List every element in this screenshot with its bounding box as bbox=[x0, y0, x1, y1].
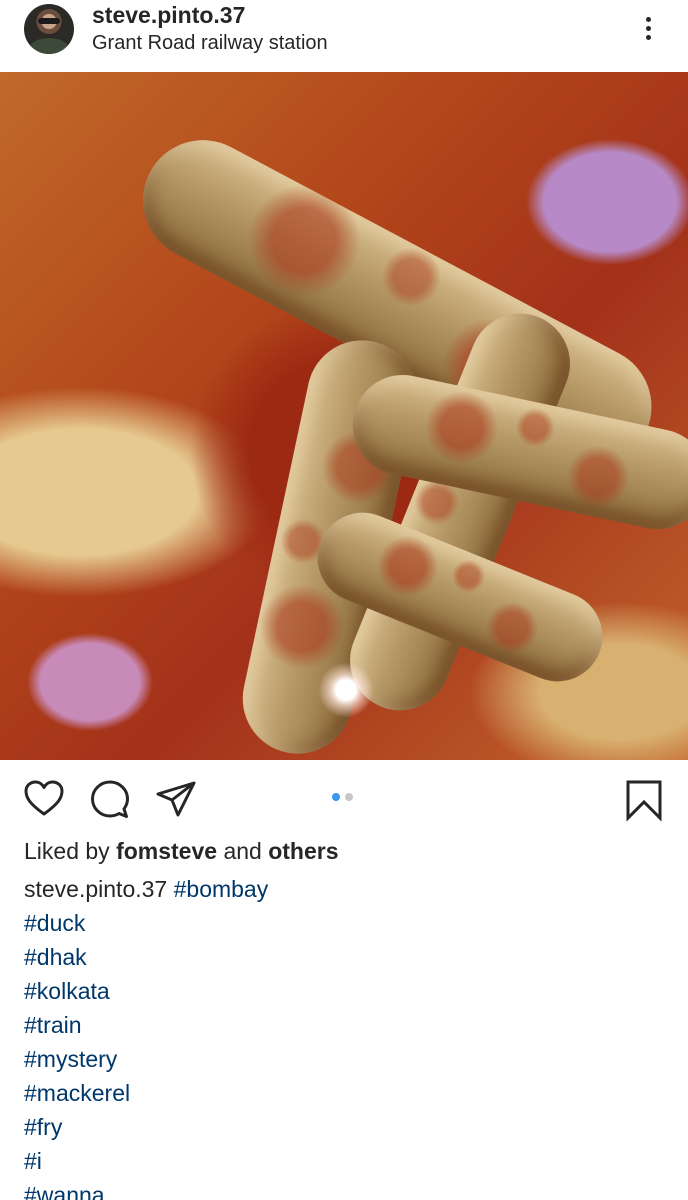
action-bar bbox=[0, 760, 688, 840]
avatar-shirt bbox=[30, 38, 68, 54]
hashtag[interactable]: #bombay bbox=[174, 876, 269, 902]
likes-line[interactable]: Liked by fomsteve and others bbox=[24, 838, 339, 865]
likes-others[interactable]: others bbox=[268, 838, 338, 864]
avatar-glasses bbox=[38, 18, 60, 24]
likes-middle: and bbox=[223, 838, 262, 864]
comment-icon[interactable] bbox=[88, 778, 132, 822]
caption: steve.pinto.37 #bombay #duck #dhak #kolk… bbox=[24, 872, 664, 1200]
likes-user[interactable]: fomsteve bbox=[116, 838, 217, 864]
hashtag[interactable]: #train bbox=[24, 1008, 664, 1042]
hashtag[interactable]: #wanna bbox=[24, 1178, 664, 1200]
hashtag[interactable]: #mystery bbox=[24, 1042, 664, 1076]
hashtag[interactable]: #fry bbox=[24, 1110, 664, 1144]
post-screen: steve.pinto.37 Grant Road railway statio… bbox=[0, 0, 688, 1200]
hashtag[interactable]: #i bbox=[24, 1144, 664, 1178]
likes-prefix: Liked by bbox=[24, 838, 110, 864]
hashtag[interactable]: #dhak bbox=[24, 940, 664, 974]
hashtag[interactable]: #mackerel bbox=[24, 1076, 664, 1110]
hashtag[interactable]: #duck bbox=[24, 906, 664, 940]
bookmark-icon[interactable] bbox=[622, 778, 666, 822]
post-location[interactable]: Grant Road railway station bbox=[92, 32, 328, 55]
hashtag[interactable]: #kolkata bbox=[24, 974, 664, 1008]
carousel-dot bbox=[345, 793, 353, 801]
share-icon[interactable] bbox=[154, 778, 198, 822]
post-username[interactable]: steve.pinto.37 bbox=[92, 2, 245, 29]
post-photo[interactable] bbox=[0, 72, 688, 760]
post-header: steve.pinto.37 Grant Road railway statio… bbox=[0, 0, 688, 72]
avatar[interactable] bbox=[24, 4, 74, 54]
carousel-dot-active bbox=[332, 793, 340, 801]
heart-icon[interactable] bbox=[22, 778, 66, 822]
caption-username[interactable]: steve.pinto.37 bbox=[24, 876, 167, 902]
carousel-indicator bbox=[332, 793, 353, 801]
caption-first-line: steve.pinto.37 #bombay bbox=[24, 872, 664, 906]
photo-flash-glare bbox=[318, 662, 374, 718]
more-options-icon[interactable] bbox=[632, 10, 664, 46]
